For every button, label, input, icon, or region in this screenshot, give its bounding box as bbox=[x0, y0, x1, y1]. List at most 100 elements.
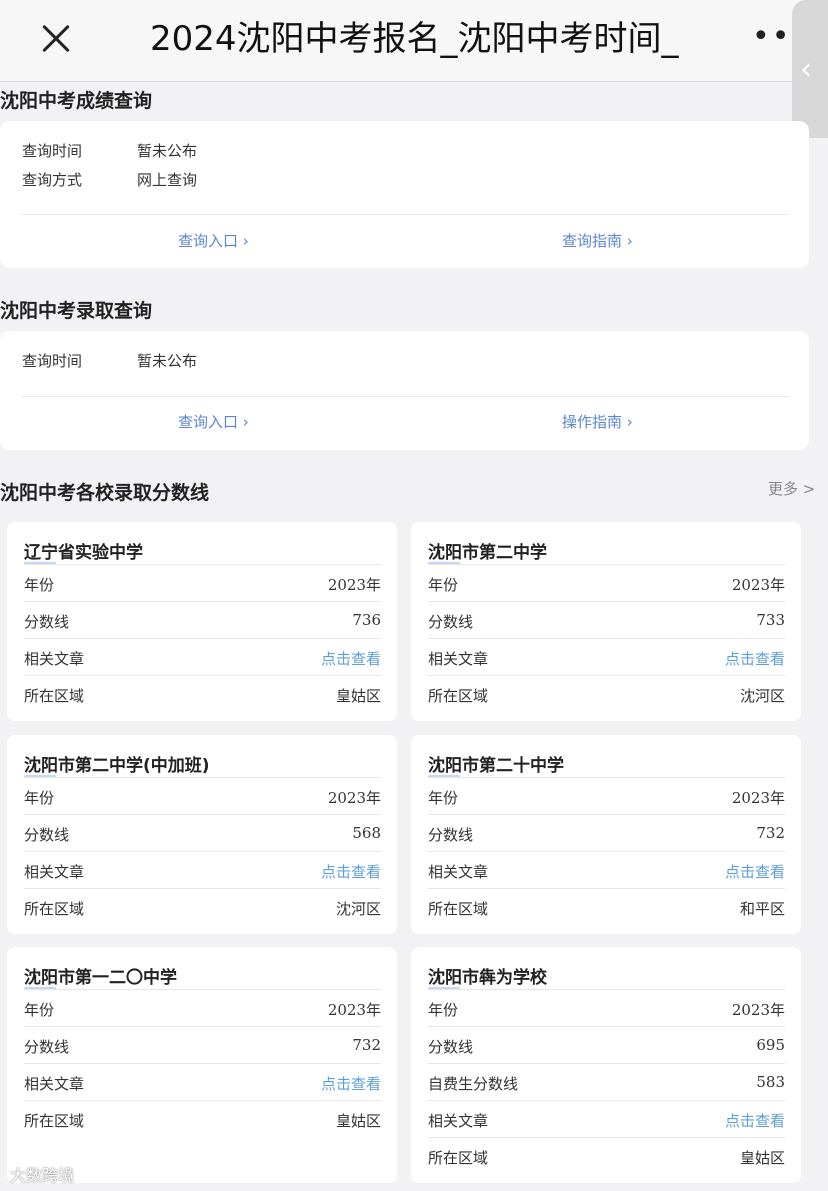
view-article-link[interactable]: 点击查看 bbox=[725, 1110, 785, 1131]
year-row: 年份 2023年 bbox=[428, 989, 785, 1026]
admission-query-title: 沈阳中考录取查询 bbox=[0, 300, 153, 322]
article-row: 相关文章 点击查看 bbox=[24, 638, 381, 675]
watermark: 大数跨境 bbox=[10, 1166, 75, 1185]
row-value: 736 bbox=[352, 611, 381, 629]
school-name[interactable]: 沈阳市第二中学(中加班) bbox=[24, 751, 210, 776]
divider bbox=[21, 396, 788, 397]
admission-query-entry-link[interactable]: 查询入口 › bbox=[178, 411, 249, 432]
view-article-link[interactable]: 点击查看 bbox=[321, 861, 381, 882]
year-row: 年份 2023年 bbox=[24, 564, 381, 601]
row-label: 分数线 bbox=[428, 1038, 474, 1056]
row-label: 相关文章 bbox=[428, 1112, 489, 1130]
query-method-label: 查询方式 bbox=[22, 171, 83, 189]
row-label: 相关文章 bbox=[24, 650, 85, 668]
year-row: 年份 2023年 bbox=[428, 564, 785, 601]
row-value: 733 bbox=[756, 611, 785, 629]
row-label: 年份 bbox=[428, 789, 459, 807]
district-row: 所在区域 皇姑区 bbox=[428, 1137, 785, 1174]
year-row: 年份 2023年 bbox=[24, 777, 381, 814]
row-label: 分数线 bbox=[428, 826, 474, 844]
score-query-title: 沈阳中考成绩查询 bbox=[0, 90, 153, 112]
row-label: 所在区域 bbox=[24, 687, 85, 705]
district-row: 所在区域 皇姑区 bbox=[24, 1100, 381, 1137]
row-label: 所在区域 bbox=[428, 900, 489, 918]
score-query-guide-link[interactable]: 查询指南 › bbox=[562, 230, 633, 251]
score-row: 分数线 732 bbox=[24, 1026, 381, 1063]
school-name[interactable]: 沈阳市犇为学校 bbox=[428, 963, 547, 988]
cutoff-section-title: 沈阳中考各校录取分数线 bbox=[0, 482, 210, 504]
article-row: 相关文章 点击查看 bbox=[24, 1063, 381, 1100]
row-label: 相关文章 bbox=[428, 863, 489, 881]
district-row: 所在区域 皇姑区 bbox=[24, 675, 381, 712]
school-card: 沈阳市第二中学(中加班) 年份 2023年 分数线 568 相关文章 点击查看 … bbox=[7, 735, 397, 934]
view-article-link[interactable]: 点击查看 bbox=[321, 1073, 381, 1094]
row-label: 自费生分数线 bbox=[428, 1075, 519, 1093]
row-label: 分数线 bbox=[24, 613, 70, 631]
article-row: 相关文章 点击查看 bbox=[428, 851, 785, 888]
row-label: 分数线 bbox=[24, 826, 70, 844]
row-value: 2023年 bbox=[731, 1001, 785, 1019]
row-label: 所在区域 bbox=[24, 1112, 85, 1130]
divider bbox=[21, 214, 788, 215]
row-value: 583 bbox=[756, 1073, 785, 1091]
close-icon[interactable] bbox=[36, 18, 76, 58]
article-row: 相关文章 点击查看 bbox=[428, 1100, 785, 1137]
row-value: 皇姑区 bbox=[335, 1112, 381, 1130]
row-value: 2023年 bbox=[731, 576, 785, 594]
row-value: 2023年 bbox=[731, 789, 785, 807]
school-card: 沈阳市第二十中学 年份 2023年 分数线 732 相关文章 点击查看 所在区域… bbox=[411, 735, 801, 934]
school-name[interactable]: 辽宁省实验中学 bbox=[24, 538, 143, 563]
row-value: 2023年 bbox=[327, 1001, 381, 1019]
row-label: 年份 bbox=[428, 1001, 459, 1019]
score-query-entry-link[interactable]: 查询入口 › bbox=[178, 230, 249, 251]
score-row: 分数线 733 bbox=[428, 601, 785, 638]
row-value: 2023年 bbox=[327, 576, 381, 594]
school-card: 沈阳市第二中学 年份 2023年 分数线 733 相关文章 点击查看 所在区域 … bbox=[411, 522, 801, 721]
row-value: 沈河区 bbox=[739, 687, 785, 705]
row-label: 所在区域 bbox=[428, 1149, 489, 1167]
school-card: 辽宁省实验中学 年份 2023年 分数线 736 相关文章 点击查看 所在区域 … bbox=[7, 522, 397, 721]
row-label: 相关文章 bbox=[24, 863, 85, 881]
score-row: 分数线 568 bbox=[24, 814, 381, 851]
view-article-link[interactable]: 点击查看 bbox=[725, 648, 785, 669]
year-row: 年份 2023年 bbox=[24, 989, 381, 1026]
side-collapse-tab[interactable]: ‹ bbox=[792, 0, 828, 138]
score-query-card: 查询时间 暂未公布 查询方式 网上查询 查询入口 › 查询指南 › bbox=[0, 121, 809, 268]
row-value: 皇姑区 bbox=[739, 1149, 785, 1167]
cutoff-more-link[interactable]: 更多 > bbox=[768, 478, 815, 499]
row-value: 2023年 bbox=[327, 789, 381, 807]
query-time-label: 查询时间 bbox=[22, 352, 83, 370]
row-label: 年份 bbox=[428, 576, 459, 594]
row-label: 年份 bbox=[24, 576, 55, 594]
view-article-link[interactable]: 点击查看 bbox=[321, 648, 381, 669]
self-funded-score-row: 自费生分数线 583 bbox=[428, 1063, 785, 1100]
district-row: 所在区域 和平区 bbox=[428, 888, 785, 925]
admission-query-guide-link[interactable]: 操作指南 › bbox=[562, 411, 633, 432]
row-value: 732 bbox=[756, 824, 785, 842]
query-time-label: 查询时间 bbox=[22, 142, 83, 160]
page-title: 2024沈阳中考报名_沈阳中考时间_ bbox=[150, 19, 679, 59]
school-name[interactable]: 沈阳市第一二〇中学 bbox=[24, 963, 177, 988]
query-time-value: 暂未公布 bbox=[137, 142, 198, 160]
row-label: 分数线 bbox=[428, 613, 474, 631]
row-label: 年份 bbox=[24, 1001, 55, 1019]
row-value: 695 bbox=[756, 1036, 785, 1054]
row-label: 所在区域 bbox=[428, 687, 489, 705]
row-value: 沈河区 bbox=[335, 900, 381, 918]
row-value: 皇姑区 bbox=[335, 687, 381, 705]
article-row: 相关文章 点击查看 bbox=[428, 638, 785, 675]
score-row: 分数线 732 bbox=[428, 814, 785, 851]
school-name[interactable]: 沈阳市第二中学 bbox=[428, 538, 547, 563]
admission-query-card: 查询时间 暂未公布 查询入口 › 操作指南 › bbox=[0, 331, 809, 450]
school-card: 沈阳市犇为学校 年份 2023年 分数线 695 自费生分数线 583 相关文章… bbox=[411, 947, 801, 1183]
school-name[interactable]: 沈阳市第二十中学 bbox=[428, 751, 564, 776]
row-value: 732 bbox=[352, 1036, 381, 1054]
view-article-link[interactable]: 点击查看 bbox=[725, 861, 785, 882]
district-row: 所在区域 沈河区 bbox=[24, 888, 381, 925]
query-time-value: 暂未公布 bbox=[137, 352, 198, 370]
top-bar: 2024沈阳中考报名_沈阳中考时间_ ••• bbox=[0, 0, 828, 82]
row-value: 568 bbox=[352, 824, 381, 842]
query-method-value: 网上查询 bbox=[137, 171, 198, 189]
score-row: 分数线 736 bbox=[24, 601, 381, 638]
article-row: 相关文章 点击查看 bbox=[24, 851, 381, 888]
